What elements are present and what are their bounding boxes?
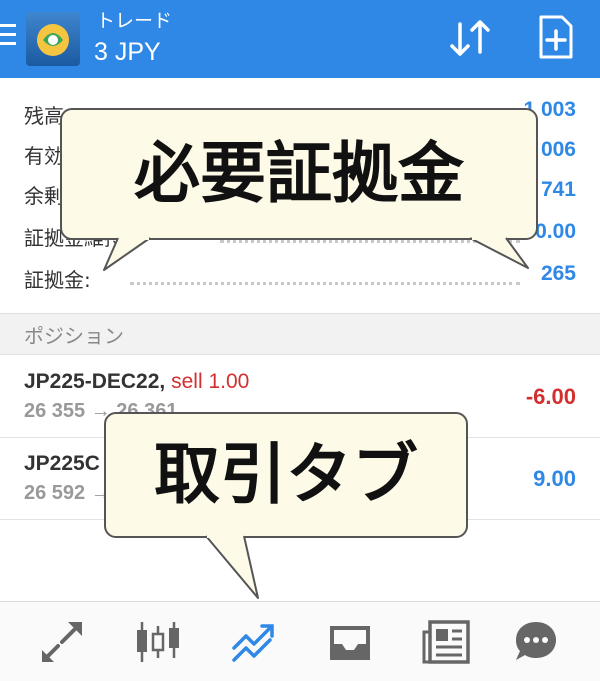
- trade-tab-callout-tail: [205, 532, 259, 599]
- chat-icon[interactable]: [512, 618, 560, 666]
- quotes-arrows-icon[interactable]: [38, 618, 86, 666]
- bottom-tab-bar: [0, 601, 600, 681]
- candlestick-chart-icon[interactable]: [134, 618, 182, 666]
- news-icon[interactable]: [422, 618, 470, 666]
- history-inbox-icon[interactable]: [326, 618, 374, 666]
- trade-trend-icon[interactable]: [230, 618, 278, 666]
